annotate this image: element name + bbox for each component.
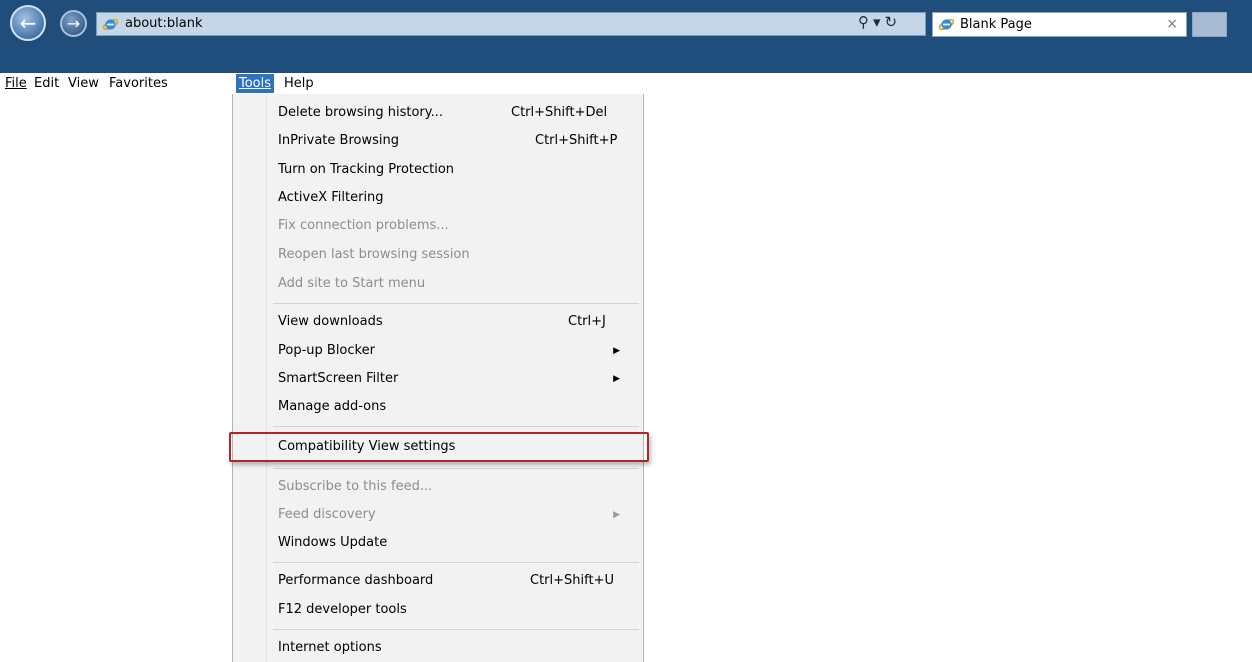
ie-logo-icon (102, 18, 119, 31)
new-tab-button[interactable] (1192, 12, 1227, 37)
search-icon[interactable]: ⚲ (858, 13, 873, 31)
highlight-box (229, 432, 649, 462)
menu-item-subscribe-feed[interactable]: Subscribe to this feed... (278, 475, 628, 499)
submenu-arrow-icon: ▶ (613, 374, 620, 384)
menu-item-activex-filtering[interactable]: ActiveX Filtering (278, 186, 628, 210)
menu-item-reopen-session[interactable]: Reopen last browsing session (278, 243, 628, 267)
back-button[interactable]: ← (10, 5, 46, 41)
menu-item-label: Add site to Start menu (278, 276, 426, 291)
tools-menu: Delete browsing history... Ctrl+Shift+De… (232, 94, 644, 662)
menu-favorites-label: Favorites (109, 76, 168, 91)
menu-item-windows-update[interactable]: Windows Update (278, 531, 628, 555)
menu-item-performance-dashboard[interactable]: Performance dashboard Ctrl+Shift+U (278, 569, 628, 593)
menu-item-label: SmartScreen Filter (278, 371, 399, 386)
menu-item-label: ActiveX Filtering (278, 190, 384, 205)
menu-separator (273, 562, 639, 563)
menu-item-shortcut: Ctrl+J (568, 314, 606, 329)
menu-help-label: Help (284, 76, 314, 91)
menu-item-label: Fix connection problems... (278, 218, 449, 233)
menu-item-label: Subscribe to this feed... (278, 479, 433, 494)
address-text[interactable]: about:blank (125, 16, 203, 31)
menu-item-label: Performance dashboard (278, 573, 434, 588)
menu-item-label: Windows Update (278, 535, 388, 550)
address-tools: ⚲▾↻ (858, 13, 901, 31)
menu-item-f12-developer-tools[interactable]: F12 developer tools (278, 598, 628, 622)
tab-blank-page[interactable]: Blank Page × (932, 12, 1187, 37)
menu-item-feed-discovery[interactable]: Feed discovery ▶ (278, 503, 628, 527)
menu-file[interactable]: File (2, 74, 30, 93)
menu-item-tracking-protection[interactable]: Turn on Tracking Protection (278, 158, 628, 182)
ie-logo-icon (938, 18, 955, 31)
menu-item-label: Feed discovery (278, 507, 376, 522)
menu-item-inprivate-browsing[interactable]: InPrivate Browsing Ctrl+Shift+P (278, 129, 628, 153)
menu-item-label: View downloads (278, 314, 383, 329)
close-icon[interactable]: × (1166, 16, 1178, 32)
menu-item-smartscreen-filter[interactable]: SmartScreen Filter ▶ (278, 367, 628, 391)
address-bar[interactable]: about:blank (96, 12, 926, 36)
forward-button[interactable]: → (60, 10, 87, 37)
menu-item-popup-blocker[interactable]: Pop-up Blocker ▶ (278, 339, 628, 363)
menu-item-fix-connection[interactable]: Fix connection problems... (278, 214, 628, 238)
menu-item-label: Pop-up Blocker (278, 343, 375, 358)
menu-separator (273, 303, 639, 304)
menu-item-label: Internet options (278, 640, 382, 655)
menu-edit[interactable]: Edit (31, 74, 62, 93)
submenu-arrow-icon: ▶ (613, 346, 620, 356)
browser-toolbar: ← → about:blank ⚲▾↻ Blank Page × (0, 0, 1252, 73)
menu-item-label: F12 developer tools (278, 602, 407, 617)
forward-icon: → (66, 14, 81, 33)
menu-item-view-downloads[interactable]: View downloads Ctrl+J (278, 310, 628, 334)
menu-tools[interactable]: Tools (236, 74, 275, 93)
menu-item-shortcut: Ctrl+Shift+U (530, 573, 614, 588)
menu-separator (273, 629, 639, 630)
menu-item-add-to-start[interactable]: Add site to Start menu (278, 272, 628, 296)
menu-help[interactable]: Help (281, 74, 317, 93)
menu-item-shortcut: Ctrl+Shift+Del (511, 105, 608, 120)
menu-separator (273, 426, 639, 427)
menu-item-delete-browsing-history[interactable]: Delete browsing history... Ctrl+Shift+De… (278, 101, 628, 125)
menu-view-label: View (68, 76, 99, 91)
menu-item-label: Turn on Tracking Protection (278, 162, 455, 177)
menu-gutter (266, 94, 267, 662)
menu-view[interactable]: View (65, 74, 102, 93)
search-dropdown-icon[interactable]: ▾ (873, 13, 885, 31)
menu-item-label: Manage add-ons (278, 399, 387, 414)
menu-separator (273, 468, 639, 469)
menu-item-label: Delete browsing history... (278, 105, 444, 120)
back-icon: ← (19, 11, 37, 35)
submenu-arrow-icon: ▶ (613, 510, 620, 520)
menu-item-label: Reopen last browsing session (278, 247, 470, 262)
menu-edit-label: Edit (34, 76, 60, 91)
tab-title: Blank Page (960, 17, 1032, 32)
menu-bar: File Edit View Favorites Tools Help (0, 73, 1252, 94)
menu-item-manage-addons[interactable]: Manage add-ons (278, 395, 628, 419)
refresh-icon[interactable]: ↻ (885, 13, 902, 31)
menu-item-label: InPrivate Browsing (278, 133, 399, 148)
menu-file-label: File (5, 76, 27, 91)
menu-tools-label: Tools (239, 76, 272, 91)
menu-item-internet-options[interactable]: Internet options (278, 636, 628, 660)
menu-item-shortcut: Ctrl+Shift+P (535, 133, 618, 148)
menu-favorites[interactable]: Favorites (106, 74, 171, 93)
